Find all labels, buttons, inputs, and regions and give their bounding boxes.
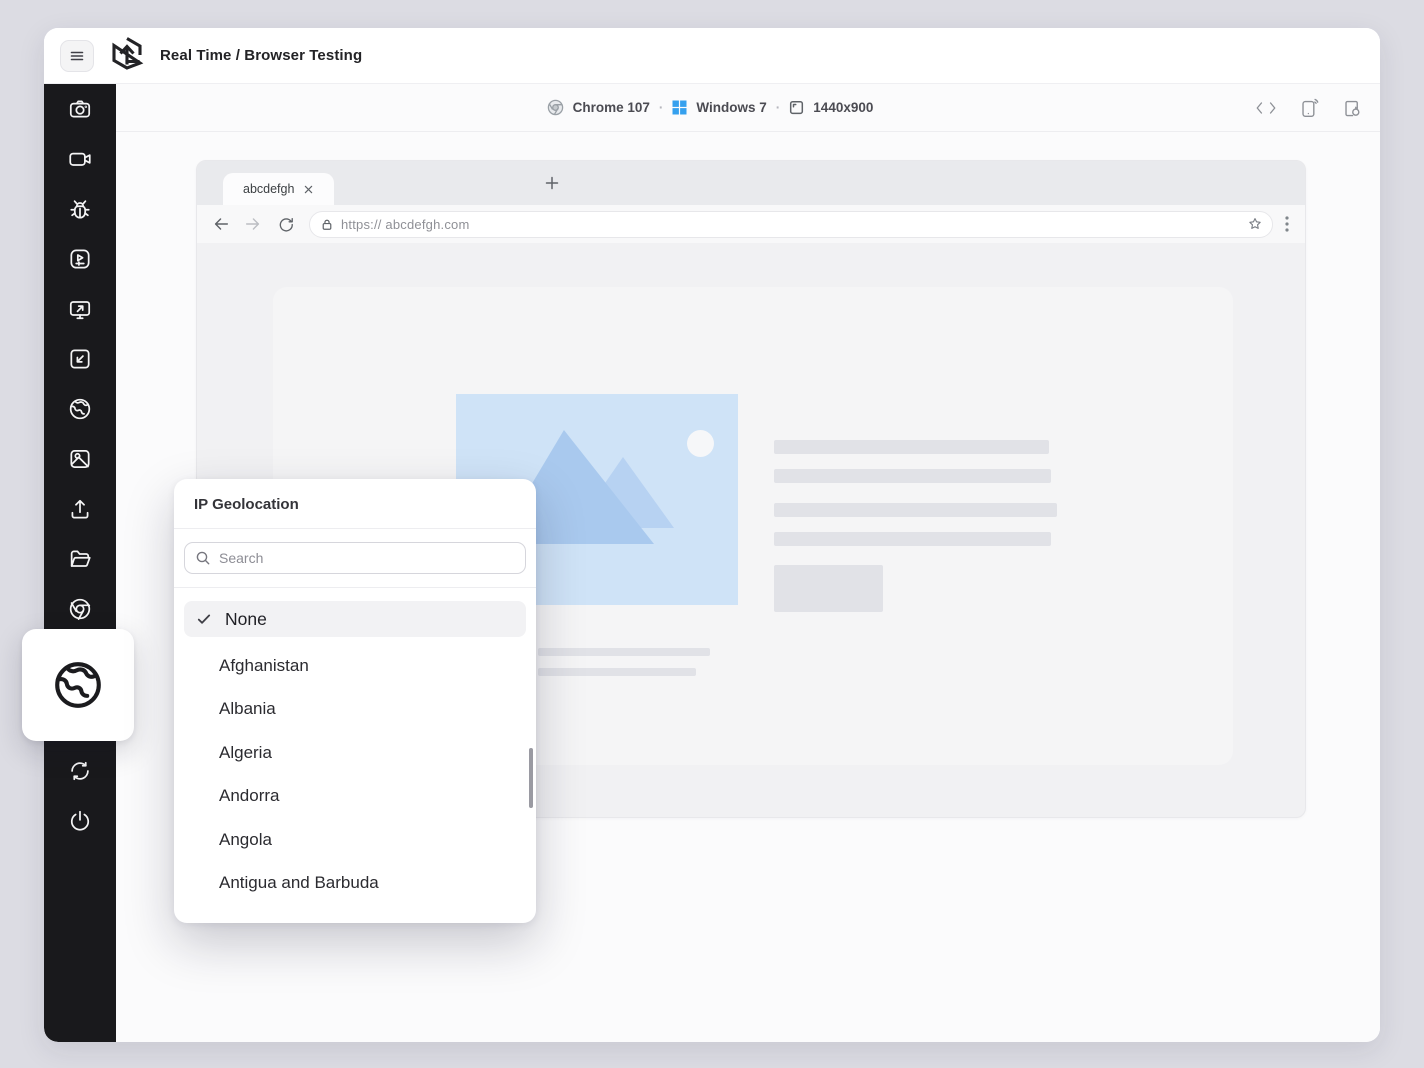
sidebar-item-report-bug[interactable] [44,184,116,234]
back-button[interactable] [207,210,235,238]
new-tab-button[interactable] [545,176,559,190]
sidebar-item-switch-resolution[interactable] [44,284,116,334]
sidebar-item-gallery-location[interactable] [44,434,116,484]
country-label: Andorra [219,786,280,806]
chrome-browser-icon [547,99,564,116]
country-label: Afghanistan [219,655,309,675]
country-list: None Afghanistan Albania Algeria Andorra… [174,588,536,923]
ip-geolocation-panel: IP Geolocation None Afghanistan Albania … [174,479,536,923]
toolbar-actions [1256,84,1362,132]
forward-button[interactable] [239,210,267,238]
panel-title: IP Geolocation [174,479,536,529]
skeleton-text-line [774,440,1049,454]
switch-resolution-icon [69,301,91,320]
country-label: Angola [219,829,272,849]
country-label: Algeria [219,742,272,762]
sidebar-item-end-session[interactable] [44,796,116,846]
menu-button[interactable] [60,39,94,72]
check-icon [196,611,212,627]
search-box[interactable] [184,542,526,574]
sidebar-item-session-player[interactable] [44,234,116,284]
active-tool-card-ip-geolocation[interactable] [22,629,134,741]
country-option[interactable]: Andorra [174,775,536,819]
hamburger-icon [70,51,84,60]
country-options: Afghanistan Albania Algeria Andorra Ango… [174,640,536,905]
skeleton-text-line [538,648,710,656]
app-logo-icon [109,34,145,77]
gallery-location-icon [70,450,90,468]
app-header: Real Time / Browser Testing [44,28,1380,84]
resolution-icon [789,100,804,115]
switch-browser-chrome-icon [69,598,91,620]
sidebar-item-upload[interactable] [44,484,116,534]
country-label: Albania [219,699,276,719]
os-label: Windows 7 [696,100,767,115]
reload-button[interactable] [271,210,299,238]
tab-close-icon[interactable] [304,185,313,194]
record-video-icon [69,152,91,166]
upload-icon [71,499,89,519]
globe-icon [55,662,101,708]
sidebar-item-switch-browser[interactable] [44,584,116,634]
lock-icon [321,218,333,231]
sidebar-item-files[interactable] [44,534,116,584]
browser-menu-icon[interactable] [1283,214,1291,234]
country-label: Antigua and Barbuda [219,873,379,893]
separator: · [658,100,664,115]
session-toolbar: Chrome 107 · Windows 7 · 1440x900 [116,84,1380,132]
resolution-label: 1440x900 [813,100,874,115]
browser-navbar: https:// abcdefgh.com [197,205,1305,243]
skeleton-text-line [538,668,696,676]
country-option[interactable]: Antigua and Barbuda [174,862,536,906]
address-bar[interactable]: https:// abcdefgh.com [309,210,1273,238]
sidebar-item-record-video[interactable] [44,134,116,184]
windows-os-icon [672,100,687,115]
tab-strip: abcdefgh [197,161,1305,205]
code-button[interactable] [1256,100,1276,116]
country-option-none[interactable]: None [184,601,526,637]
skeleton-text-line [774,469,1051,483]
screenshot-camera-icon [69,100,91,118]
country-option[interactable]: Albania [174,688,536,732]
skeleton-text-line [774,503,1057,517]
end-session-power-icon [70,810,90,831]
url-text: https:// abcdefgh.com [341,216,470,232]
country-option[interactable]: Angola [174,818,536,862]
search-input[interactable] [219,550,515,566]
tab-title: abcdefgh [243,182,295,196]
open-external-icon [70,349,90,369]
files-folder-icon [70,550,91,567]
sidebar-item-open-external[interactable] [44,334,116,384]
switch-session-icon [71,761,89,781]
sun-shape [687,430,714,457]
search-icon [196,551,210,565]
sidebar-item-geolocation[interactable] [44,384,116,434]
sidebar-item-screenshot[interactable] [44,84,116,134]
sidebar-item-switch-session[interactable] [44,746,116,796]
separator: · [775,100,781,115]
list-scrollbar[interactable] [529,748,533,808]
bookmark-star-icon[interactable] [1246,215,1264,233]
skeleton-button-block [774,565,883,612]
environment-info: Chrome 107 · Windows 7 · 1440x900 [547,99,874,116]
page-title: Real Time / Browser Testing [160,47,363,64]
country-option[interactable]: Algeria [174,731,536,775]
selected-label: None [225,608,267,629]
device-info-button[interactable] [1300,98,1319,119]
session-player-icon [70,249,90,269]
country-option[interactable]: Afghanistan [174,644,536,688]
session-report-button[interactable] [1343,98,1362,119]
search-section [174,529,536,588]
skeleton-text-line [774,532,1051,546]
geolocation-globe-icon [69,398,91,420]
sidebar [44,84,116,1042]
report-bug-icon [70,200,90,219]
browser-label: Chrome 107 [572,100,650,115]
browser-tab[interactable]: abcdefgh [223,173,334,205]
